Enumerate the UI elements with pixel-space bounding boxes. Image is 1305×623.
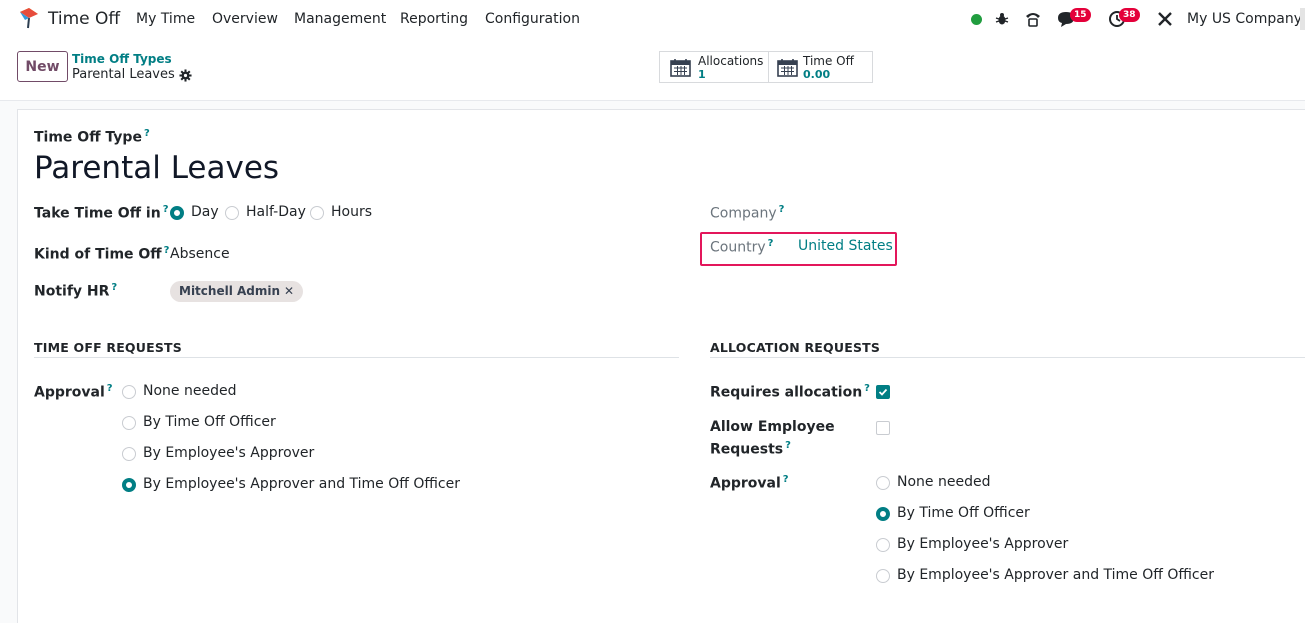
menu-configuration[interactable]: Configuration [485, 11, 580, 27]
phone-icon[interactable] [1024, 8, 1042, 30]
time-off-type-name-field[interactable]: Parental Leaves [34, 150, 279, 186]
kind-of-time-off-select[interactable]: Absence [170, 246, 230, 262]
take-in-day-radio[interactable] [170, 206, 184, 220]
gear-icon[interactable] [179, 69, 192, 82]
allocations-label: Allocations [698, 54, 764, 68]
alloc-approval-none-label[interactable]: None needed [897, 474, 990, 490]
breadcrumb-parent[interactable]: Time Off Types [72, 52, 172, 66]
time-off-value: 0.00 [803, 68, 831, 81]
approval-both-radio[interactable] [122, 478, 136, 492]
alloc-approval-officer-radio[interactable] [876, 507, 890, 521]
time-off-label: Time Off [803, 54, 854, 68]
alloc-approval-approver-radio[interactable] [876, 538, 890, 552]
menu-reporting[interactable]: Reporting [400, 11, 468, 27]
take-time-off-in-label: Take Time Off in? [34, 204, 169, 222]
section-divider [34, 357, 679, 358]
approval-approver-radio[interactable] [122, 447, 136, 461]
requires-allocation-label: Requires allocation? [710, 383, 870, 401]
new-button[interactable]: New [17, 51, 68, 82]
time-off-smart-button[interactable]: Time Off 0.00 [768, 51, 873, 83]
take-in-day-label[interactable]: Day [191, 204, 219, 220]
approval-none-label[interactable]: None needed [143, 383, 236, 399]
alloc-approval-both-radio[interactable] [876, 569, 890, 583]
alloc-approval-both-label[interactable]: By Employee's Approver and Time Off Offi… [897, 567, 1214, 583]
allow-employee-requests-checkbox[interactable] [876, 421, 890, 435]
take-in-hours-radio[interactable] [310, 206, 324, 220]
take-in-hours-label[interactable]: Hours [331, 204, 372, 220]
tools-icon[interactable] [1156, 8, 1174, 30]
alloc-approval-approver-label[interactable]: By Employee's Approver [897, 536, 1068, 552]
menu-overview[interactable]: Overview [212, 11, 278, 27]
allocations-value: 1 [698, 68, 706, 81]
take-in-half-day-label[interactable]: Half-Day [246, 204, 306, 220]
check-icon [878, 388, 888, 396]
form-sheet [17, 109, 1305, 623]
approval-none-radio[interactable] [122, 385, 136, 399]
menu-management[interactable]: Management [294, 11, 386, 27]
take-in-half-day-radio[interactable] [225, 206, 239, 220]
country-field[interactable]: United States [798, 238, 893, 254]
remove-tag-icon[interactable]: ✕ [284, 284, 294, 298]
time-off-requests-section: TIME OFF REQUESTS [34, 340, 182, 355]
approval-label: Approval? [34, 383, 113, 401]
allow-employee-requests-label-line2: Requests? [710, 440, 791, 458]
country-label: Country? [710, 238, 774, 256]
approval-approver-label[interactable]: By Employee's Approver [143, 445, 314, 461]
calendar-icon [670, 59, 691, 77]
approval-officer-label[interactable]: By Time Off Officer [143, 414, 276, 430]
notify-hr-tag: Mitchell Admin ✕ [170, 281, 304, 302]
status-dot-icon[interactable] [968, 8, 984, 30]
bug-icon[interactable] [995, 8, 1009, 30]
menu-my-time[interactable]: My Time [136, 11, 195, 27]
kind-of-time-off-label: Kind of Time Off? [34, 245, 170, 263]
allocations-smart-button[interactable]: Allocations 1 [659, 51, 769, 83]
avatar[interactable] [1300, 8, 1305, 30]
allocation-approval-label: Approval? [710, 474, 789, 492]
breadcrumb-current: Parental Leaves [72, 67, 175, 82]
time-off-type-label: Time Off Type? [34, 128, 150, 146]
allow-employee-requests-label-line1: Allow Employee [710, 419, 835, 435]
top-navbar: Time Off My Time Overview Management Rep… [0, 0, 1305, 38]
app-logo-icon[interactable] [17, 6, 41, 30]
activities-count-badge: 38 [1119, 8, 1140, 22]
company-switcher[interactable]: My US Company [1187, 11, 1302, 27]
allocation-requests-section: ALLOCATION REQUESTS [710, 340, 881, 355]
approval-officer-radio[interactable] [122, 416, 136, 430]
messages-count-badge: 15 [1070, 8, 1091, 22]
section-divider [710, 357, 1305, 358]
calendar-icon [777, 59, 798, 77]
control-panel: New Time Off Types Parental Leaves Alloc… [0, 38, 1305, 100]
company-label: Company? [710, 204, 785, 222]
approval-both-label[interactable]: By Employee's Approver and Time Off Offi… [143, 476, 460, 492]
alloc-approval-none-radio[interactable] [876, 476, 890, 490]
app-name[interactable]: Time Off [48, 9, 120, 29]
requires-allocation-checkbox[interactable] [876, 385, 890, 399]
alloc-approval-officer-label[interactable]: By Time Off Officer [897, 505, 1030, 521]
notify-hr-label: Notify HR? [34, 282, 118, 300]
